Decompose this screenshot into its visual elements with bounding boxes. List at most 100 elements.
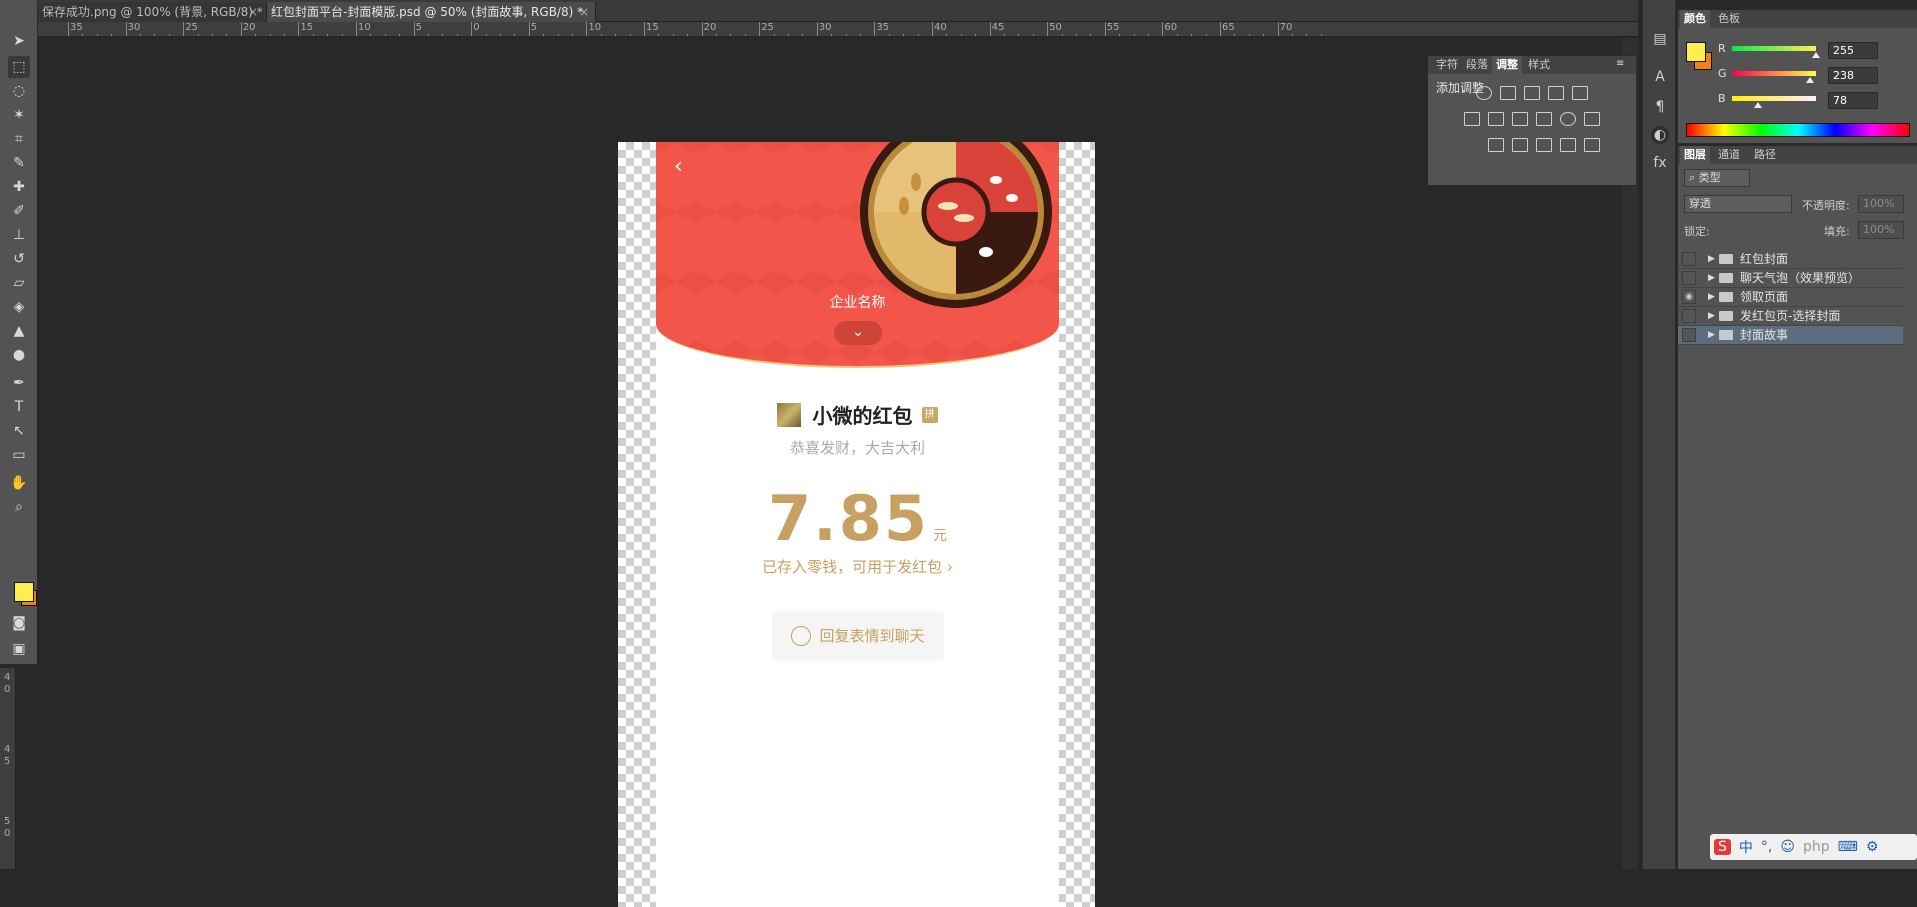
- selective-color-icon[interactable]: [1560, 138, 1576, 152]
- emoji-icon[interactable]: ☺: [1780, 839, 1795, 855]
- healing-brush-tool-icon[interactable]: ✚: [8, 176, 30, 198]
- gradient-map-icon[interactable]: [1584, 138, 1600, 152]
- invert-icon[interactable]: [1488, 138, 1504, 152]
- eye-icon[interactable]: ◉: [1682, 290, 1696, 304]
- paint-bucket-tool-icon[interactable]: ◈: [8, 296, 30, 318]
- brush-tool-icon[interactable]: ✐: [8, 200, 30, 222]
- tab-adjustments[interactable]: 调整: [1492, 56, 1522, 74]
- color-balance-icon[interactable]: [1488, 112, 1504, 126]
- black-white-icon[interactable]: [1512, 112, 1528, 126]
- eraser-tool-icon[interactable]: ▱: [8, 272, 30, 294]
- posterize-icon[interactable]: [1512, 138, 1528, 152]
- color-lookup-icon[interactable]: [1584, 112, 1600, 126]
- expand-caret-icon[interactable]: ▶: [1708, 288, 1715, 307]
- hue-saturation-icon[interactable]: [1464, 112, 1480, 126]
- visibility-toggle[interactable]: [1682, 271, 1696, 285]
- green-value-field[interactable]: 238: [1828, 67, 1878, 84]
- curves-icon[interactable]: [1524, 86, 1540, 100]
- layer-row[interactable]: ▶ 发红包页-选择封面: [1678, 307, 1903, 326]
- move-tool-icon[interactable]: ➤: [8, 30, 30, 52]
- blue-value-field[interactable]: 78: [1828, 92, 1878, 109]
- expand-caret-icon[interactable]: ▶: [1708, 269, 1715, 288]
- close-icon[interactable]: ×: [579, 2, 589, 22]
- red-slider[interactable]: [1732, 46, 1816, 51]
- channel-mixer-icon[interactable]: [1560, 112, 1576, 126]
- styles-panel-icon[interactable]: fx: [1651, 154, 1669, 172]
- layer-row[interactable]: ▶ 红包封面: [1678, 250, 1903, 269]
- vibrance-icon[interactable]: [1572, 86, 1588, 100]
- blend-mode-select[interactable]: 穿透: [1684, 195, 1792, 213]
- artboard[interactable]: ‹ 企业名称 ⌄ 小微的红包 拼 恭喜发财，大吉大利 7.85 元 已存入零钱，可…: [618, 142, 1095, 907]
- layer-filter-select[interactable]: ⌕ 类型: [1684, 169, 1750, 187]
- close-icon[interactable]: ×: [248, 2, 258, 22]
- document-tab[interactable]: 保存成功.png @ 100% (背景, RGB/8) * ×: [38, 2, 264, 22]
- lasso-tool-icon[interactable]: ◌: [8, 80, 30, 102]
- reply-sticker-button[interactable]: 回复表情到聊天: [772, 611, 944, 661]
- settings-icon[interactable]: ⚙: [1866, 839, 1879, 855]
- pen-tool-icon[interactable]: ✒: [8, 372, 30, 394]
- ime-punct-label[interactable]: °,: [1761, 839, 1772, 855]
- type-tool-icon[interactable]: T: [8, 396, 30, 418]
- panel-menu-icon[interactable]: ≡: [1616, 58, 1624, 69]
- magic-wand-tool-icon[interactable]: ✶: [8, 104, 30, 126]
- photo-filter-icon[interactable]: [1536, 112, 1552, 126]
- visibility-toggle[interactable]: [1682, 252, 1696, 266]
- history-brush-tool-icon[interactable]: ↺: [8, 248, 30, 270]
- blur-tool-icon[interactable]: ▲: [8, 320, 30, 342]
- shape-tool-icon[interactable]: ▭: [8, 444, 30, 466]
- screen-mode-icon[interactable]: ▣: [8, 638, 30, 660]
- eyedropper-tool-icon[interactable]: ✎: [8, 152, 30, 174]
- clone-stamp-tool-icon[interactable]: ⊥: [8, 224, 30, 246]
- sogou-logo-icon[interactable]: S: [1714, 839, 1731, 855]
- back-chevron-icon[interactable]: ‹: [674, 154, 683, 179]
- blue-slider[interactable]: [1732, 96, 1816, 101]
- dodge-tool-icon[interactable]: ●: [8, 344, 30, 366]
- visibility-toggle[interactable]: [1682, 328, 1696, 342]
- keyboard-icon[interactable]: ⌨: [1838, 839, 1858, 855]
- expand-caret-icon[interactable]: ▶: [1708, 250, 1715, 269]
- levels-icon[interactable]: [1500, 86, 1516, 100]
- foreground-color-swatch[interactable]: [1686, 42, 1706, 62]
- threshold-icon[interactable]: [1536, 138, 1552, 152]
- expand-caret-icon[interactable]: ▶: [1708, 307, 1715, 326]
- path-selection-tool-icon[interactable]: ↖: [8, 420, 30, 442]
- history-panel-icon[interactable]: ▤: [1651, 30, 1669, 48]
- foreground-color-swatch[interactable]: [14, 582, 34, 602]
- adjustments-panel-icon[interactable]: ◐: [1651, 126, 1669, 144]
- tab-styles[interactable]: 样式: [1524, 56, 1554, 74]
- tab-paragraph[interactable]: 段落: [1462, 56, 1492, 74]
- chevron-down-icon[interactable]: ⌄: [834, 321, 882, 345]
- layer-row[interactable]: ▶ 聊天气泡（效果预览）: [1678, 269, 1903, 288]
- document-tab-active[interactable]: 红包封面平台-封面模版.psd @ 50% (封面故事, RGB/8) * ×: [266, 2, 596, 22]
- paragraph-panel-icon[interactable]: ¶: [1651, 98, 1669, 116]
- zoom-tool-icon[interactable]: ⌕: [8, 496, 30, 518]
- ime-mode-label[interactable]: 中: [1739, 837, 1753, 857]
- expand-caret-icon[interactable]: ▶: [1708, 326, 1715, 345]
- blue-slider-knob[interactable]: [1754, 102, 1763, 108]
- visibility-toggle[interactable]: [1682, 309, 1696, 323]
- layer-row-selected[interactable]: ▶ 封面故事: [1678, 326, 1903, 345]
- layer-row[interactable]: ◉ ▶ 领取页面: [1678, 288, 1903, 307]
- hand-tool-icon[interactable]: ✋: [8, 472, 30, 494]
- tab-color[interactable]: 颜色: [1680, 10, 1710, 28]
- exposure-icon[interactable]: [1548, 86, 1564, 100]
- tab-layers[interactable]: 图层: [1680, 146, 1710, 164]
- quick-mask-icon[interactable]: ◙: [8, 612, 30, 634]
- brightness-icon[interactable]: [1476, 86, 1492, 100]
- opacity-field[interactable]: 100%: [1858, 195, 1904, 213]
- saved-to-wallet-link[interactable]: 已存入零钱，可用于发红包 ›: [656, 556, 1059, 577]
- tab-swatches[interactable]: 色板: [1714, 10, 1744, 28]
- red-value-field[interactable]: 255: [1828, 42, 1878, 59]
- fill-field[interactable]: 100%: [1858, 221, 1904, 239]
- marquee-tool-icon[interactable]: ⬚: [8, 56, 30, 78]
- tab-character[interactable]: 字符: [1432, 56, 1462, 74]
- crop-tool-icon[interactable]: ⌗: [8, 128, 30, 150]
- tab-paths[interactable]: 路径: [1750, 146, 1780, 164]
- canvas-area[interactable]: ‹ 企业名称 ⌄ 小微的红包 拼 恭喜发财，大吉大利 7.85 元 已存入零钱，可…: [38, 38, 1638, 907]
- green-slider[interactable]: [1732, 71, 1816, 76]
- green-slider-knob[interactable]: [1806, 77, 1815, 83]
- character-panel-icon[interactable]: A: [1651, 68, 1669, 86]
- color-spectrum-bar[interactable]: [1686, 123, 1910, 137]
- tab-channels[interactable]: 通道: [1714, 146, 1744, 164]
- red-slider-knob[interactable]: [1812, 52, 1820, 58]
